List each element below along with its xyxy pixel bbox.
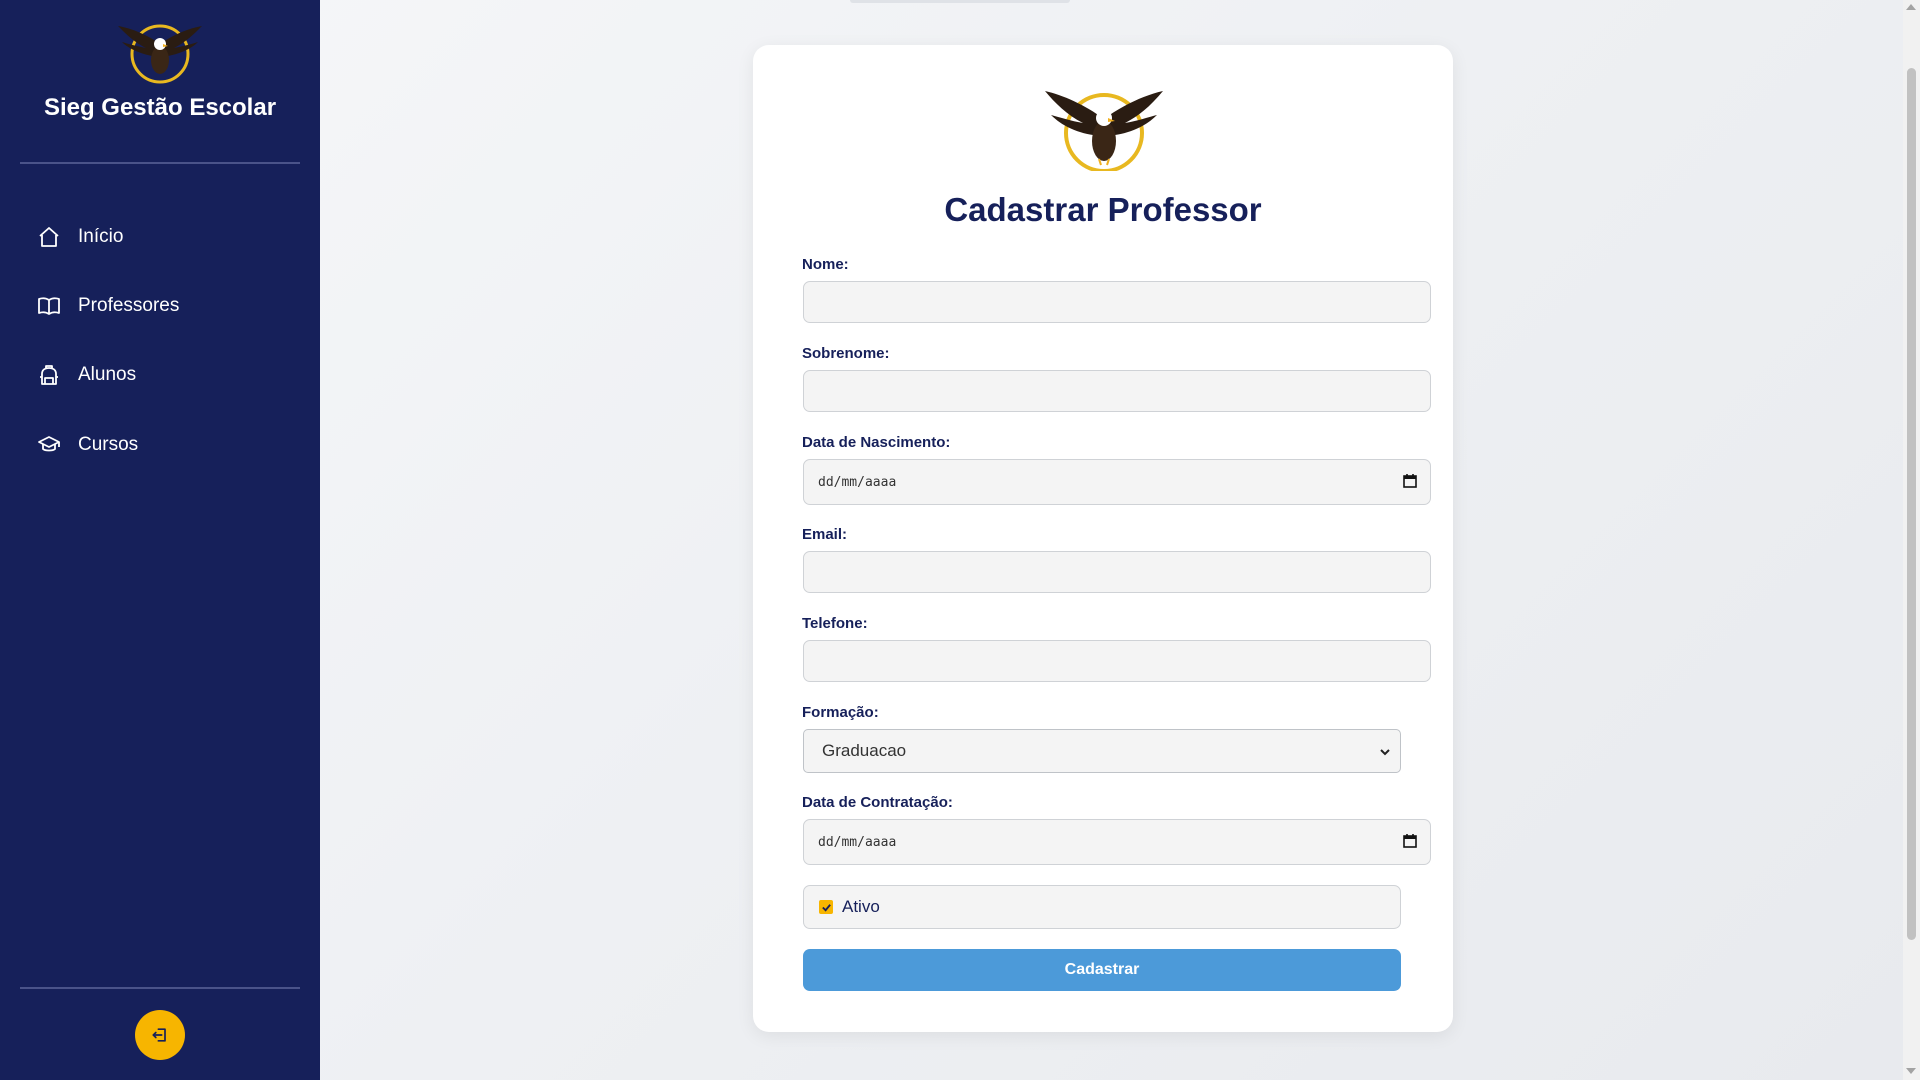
form-card: Cadastrar Professor Nome: Sobrenome: Dat… [753,45,1453,1032]
nome-label: Nome: [802,256,849,273]
home-icon [36,224,62,250]
ativo-checkbox[interactable] [819,900,833,914]
ativo-label: Ativo [842,897,880,916]
backpack-icon [36,362,62,388]
date-placeholder: dd/mm/aaaa [818,474,897,490]
sidebar: Sieg Gestão Escolar Início Professores A… [0,0,320,1080]
eagle-logo [118,24,202,84]
date-placeholder: dd/mm/aaaa [818,834,897,850]
sidebar-item-label: Professores [78,295,180,316]
nascimento-date-input[interactable]: dd/mm/aaaa [803,459,1431,505]
checkmark-icon [821,903,831,912]
telefone-input[interactable] [803,640,1431,682]
sidebar-divider-bottom [20,987,300,989]
top-tab-hint [850,0,1070,3]
formacao-selected-value: Graduacao [822,741,907,760]
sobrenome-label: Sobrenome: [802,345,890,362]
book-icon [36,293,62,319]
sidebar-item-inicio[interactable]: Início [0,212,320,262]
scrollbar[interactable] [1903,0,1920,1080]
chevron-down-icon [1380,749,1390,756]
logout-icon [152,1028,166,1042]
sidebar-item-label: Cursos [78,434,139,455]
sobrenome-input[interactable] [803,370,1431,412]
sidebar-item-alunos[interactable]: Alunos [0,350,320,400]
scroll-thumb[interactable] [1907,68,1916,940]
telefone-label: Telefone: [802,615,868,632]
sidebar-item-label: Alunos [78,364,137,385]
app-title: Sieg Gestão Escolar [43,94,277,121]
sidebar-divider-top [20,162,300,164]
sidebar-item-professores[interactable]: Professores [0,281,320,331]
eagle-logo [1045,91,1163,171]
formacao-select[interactable]: Graduacao [803,729,1401,773]
logout-button[interactable] [135,1010,185,1060]
calendar-icon[interactable] [1402,473,1418,489]
page-title: Cadastrar Professor [944,191,1262,228]
contratacao-label: Data de Contratação: [802,794,953,811]
scroll-down-arrow[interactable] [1906,1068,1916,1074]
scroll-up-arrow[interactable] [1906,4,1916,10]
calendar-icon[interactable] [1402,833,1418,849]
cadastrar-button[interactable]: Cadastrar [803,949,1401,991]
email-input[interactable] [803,551,1431,593]
nome-input[interactable] [803,281,1431,323]
sidebar-item-cursos[interactable]: Cursos [0,420,320,470]
formacao-label: Formação: [802,704,879,721]
ativo-field: Ativo [803,885,1401,929]
contratacao-date-input[interactable]: dd/mm/aaaa [803,819,1431,865]
graduation-cap-icon [36,432,62,458]
sidebar-item-label: Início [78,226,124,247]
nascimento-label: Data de Nascimento: [802,434,951,451]
email-label: Email: [802,526,848,543]
